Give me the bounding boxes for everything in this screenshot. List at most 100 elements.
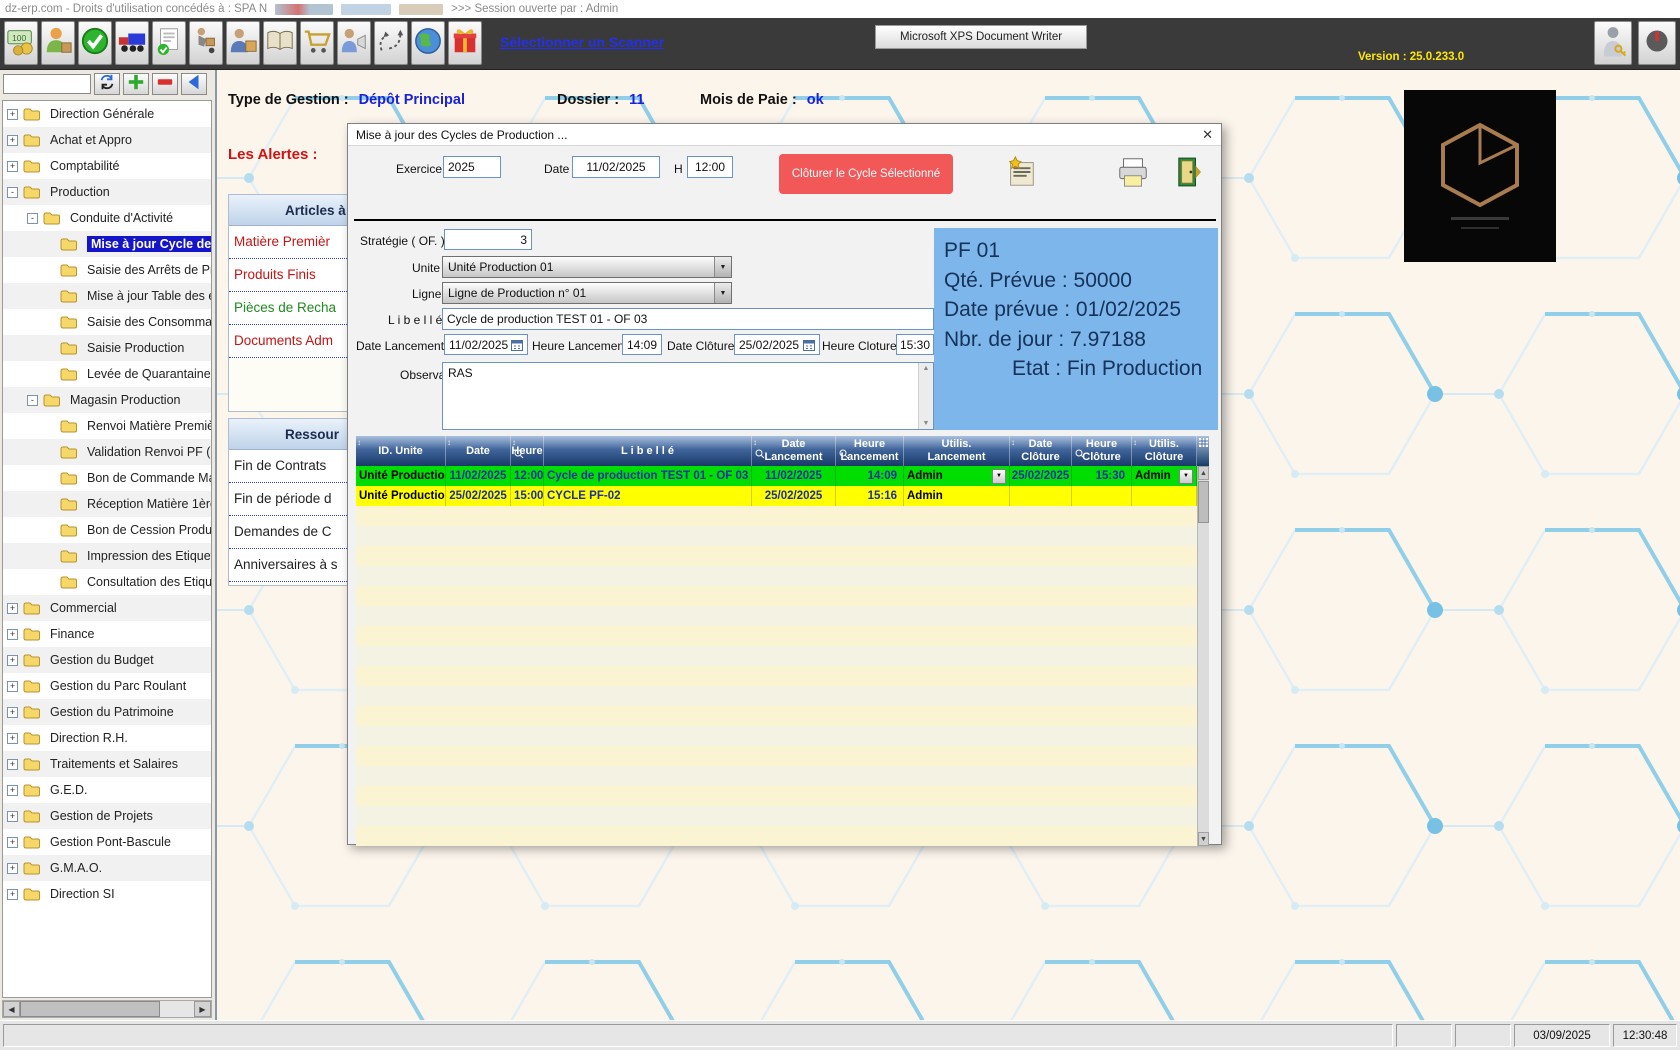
table-empty-row[interactable] xyxy=(356,566,1197,586)
table-cell[interactable]: 14:09 xyxy=(836,466,904,486)
expand-icon[interactable]: + xyxy=(7,863,18,874)
table-empty-row[interactable] xyxy=(356,626,1197,646)
table-cell[interactable]: Cycle de production TEST 01 - OF 03 xyxy=(544,466,752,486)
table-empty-row[interactable] xyxy=(356,786,1197,806)
tree-toolbar-button[interactable] xyxy=(181,73,207,95)
collapse-icon[interactable]: - xyxy=(27,213,38,224)
toolbar-button[interactable] xyxy=(263,21,297,65)
column-header[interactable]: ↕Heure xyxy=(511,436,544,466)
observations-input[interactable]: RAS ▲▼ xyxy=(442,362,934,430)
table-empty-row[interactable] xyxy=(356,766,1197,786)
toolbar-button[interactable] xyxy=(374,21,408,65)
table-cell[interactable]: Unité Production 0 xyxy=(356,486,446,506)
expand-icon[interactable]: + xyxy=(7,603,18,614)
search-icon[interactable] xyxy=(839,449,849,463)
table-cell[interactable]: 12:00 xyxy=(511,466,544,486)
tree-item[interactable]: +Direction R.H. xyxy=(3,725,211,751)
table-empty-row[interactable] xyxy=(356,526,1197,546)
scroll-left-icon[interactable]: ◀ xyxy=(3,1001,20,1017)
expand-icon[interactable]: + xyxy=(7,733,18,744)
table-cell[interactable]: 25/02/2025 xyxy=(752,486,836,506)
column-header[interactable]: HeureLancement xyxy=(836,436,904,466)
unite-select[interactable]: Unité Production 01 ▼ xyxy=(442,256,732,278)
toolbar-button[interactable] xyxy=(189,21,223,65)
chevron-down-icon[interactable]: ▼ xyxy=(992,469,1006,484)
tree-filter-input[interactable] xyxy=(3,74,91,94)
calendar-icon[interactable] xyxy=(803,339,815,351)
scroll-down-icon[interactable]: ▼ xyxy=(1198,832,1209,846)
expand-icon[interactable]: + xyxy=(7,161,18,172)
tree-item[interactable]: +Gestion du Patrimoine xyxy=(3,699,211,725)
expand-icon[interactable]: + xyxy=(7,681,18,692)
tree-item[interactable]: +G.M.A.O. xyxy=(3,855,211,881)
tree-toolbar-button[interactable] xyxy=(94,73,120,95)
tree-item[interactable]: Validation Renvoi PF ( D xyxy=(3,439,211,465)
table-cell[interactable]: 15:16 xyxy=(836,486,904,506)
tree-item[interactable]: +Gestion Pont-Bascule xyxy=(3,829,211,855)
heure-lancement-input[interactable]: 14:09 xyxy=(622,334,662,355)
tree-item[interactable]: +Gestion du Budget xyxy=(3,647,211,673)
tree-item[interactable]: Mise à jour Cycle de Prod xyxy=(3,231,211,257)
chevron-down-icon[interactable]: ▼ xyxy=(1179,469,1193,484)
ligne-select[interactable]: Ligne de Production n° 01 ▼ xyxy=(442,282,732,304)
tree-item[interactable]: +Direction SI xyxy=(3,881,211,907)
select-scanner-link[interactable]: Sélectionner un Scanner xyxy=(500,34,664,50)
dialog-close-icon[interactable]: ✕ xyxy=(1202,127,1213,143)
table-cell[interactable]: Unité Production▼ xyxy=(356,466,446,486)
table-empty-row[interactable] xyxy=(356,826,1197,846)
scrollbar-thumb[interactable] xyxy=(20,1001,160,1017)
toolbar-button[interactable] xyxy=(41,21,75,65)
column-header[interactable]: L i b e l l é xyxy=(544,436,752,466)
tree-toolbar-button[interactable] xyxy=(152,73,178,95)
scroll-up-icon[interactable]: ▲ xyxy=(1198,466,1209,480)
dialog-action-button[interactable] xyxy=(1115,156,1151,192)
toolbar-button[interactable] xyxy=(1594,21,1632,65)
cloturer-cycle-button[interactable]: Clôturer le Cycle Sélectionné xyxy=(779,154,953,194)
table-row[interactable]: Unité Production 0 25/02/2025 15:00CYCLE P… xyxy=(356,486,1209,506)
h-input[interactable]: 12:00 xyxy=(687,156,733,178)
table-options-icon[interactable] xyxy=(1197,436,1209,466)
tree-item[interactable]: +Comptabilité xyxy=(3,153,211,179)
date-lancement-input[interactable]: 11/02/2025 xyxy=(444,334,528,355)
table-cell[interactable]: 15:00 xyxy=(511,486,544,506)
toolbar-button[interactable] xyxy=(152,21,186,65)
tree-item[interactable]: +Finance xyxy=(3,621,211,647)
table-empty-row[interactable] xyxy=(356,686,1197,706)
expand-icon[interactable]: + xyxy=(7,785,18,796)
tree-horizontal-scrollbar[interactable]: ◀ ▶ xyxy=(2,1000,212,1018)
table-empty-row[interactable] xyxy=(356,806,1197,826)
date-input[interactable]: 11/02/2025 xyxy=(572,156,660,178)
toolbar-button[interactable] xyxy=(1638,21,1676,65)
expand-icon[interactable]: + xyxy=(7,811,18,822)
search-icon[interactable] xyxy=(755,449,765,463)
tree-item[interactable]: Mise à jour Table des é xyxy=(3,283,211,309)
table-cell[interactable]: Admin xyxy=(904,486,1010,506)
sort-icon[interactable]: ↕ xyxy=(512,436,516,449)
collapse-icon[interactable]: - xyxy=(7,187,18,198)
expand-icon[interactable]: + xyxy=(7,707,18,718)
dialog-action-button[interactable] xyxy=(1059,156,1095,192)
column-header[interactable]: ↕Date xyxy=(446,436,511,466)
table-empty-row[interactable] xyxy=(356,746,1197,766)
expand-icon[interactable]: + xyxy=(7,655,18,666)
table-empty-row[interactable] xyxy=(356,666,1197,686)
date-cloture-input[interactable]: 25/02/2025 xyxy=(734,334,820,355)
table-cell[interactable]: CYCLE PF-02 xyxy=(544,486,752,506)
column-header[interactable]: HeureClôture xyxy=(1072,436,1132,466)
table-cell[interactable]: 11/02/2025 xyxy=(752,466,836,486)
printer-selector[interactable]: Microsoft XPS Document Writer xyxy=(875,25,1087,49)
column-header[interactable]: ↕DateClôture xyxy=(1010,436,1072,466)
sort-icon[interactable]: ↕ xyxy=(753,436,757,449)
table-cell[interactable] xyxy=(1072,486,1132,506)
table-empty-row[interactable] xyxy=(356,506,1197,526)
toolbar-button[interactable] xyxy=(226,21,260,65)
libelle-input[interactable]: Cycle de production TEST 01 - OF 03 xyxy=(442,308,934,330)
observations-scrollbar[interactable]: ▲▼ xyxy=(918,363,933,429)
expand-icon[interactable]: + xyxy=(7,109,18,120)
table-cell[interactable]: Admin▼ xyxy=(904,466,1010,486)
tree-item[interactable]: +Gestion du Parc Roulant xyxy=(3,673,211,699)
sort-icon[interactable]: ↕ xyxy=(1133,436,1137,449)
exercice-input[interactable]: 2025 xyxy=(443,156,501,178)
table-cell[interactable]: 11/02/2025 xyxy=(446,466,511,486)
tree-item[interactable]: Bon de Commande Mat xyxy=(3,465,211,491)
